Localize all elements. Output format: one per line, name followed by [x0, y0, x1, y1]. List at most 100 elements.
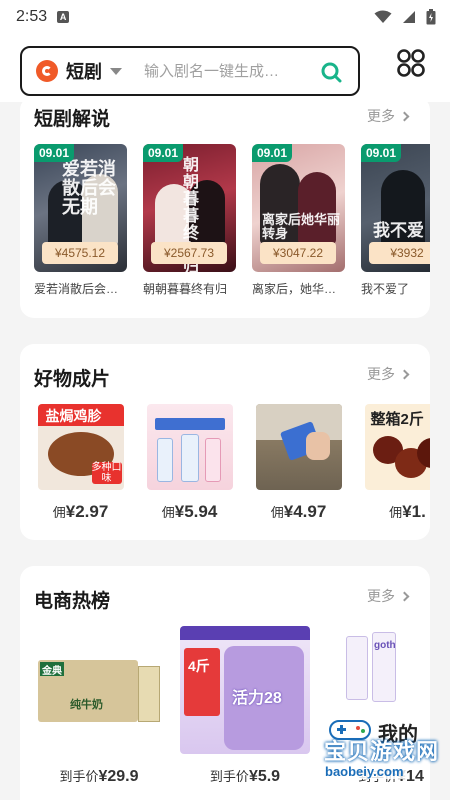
watermark-url: baobeiy.com: [322, 764, 407, 779]
drama-title: 爱若消散后会…: [34, 282, 119, 296]
more-label: 更多: [367, 366, 395, 382]
more-label: 更多: [367, 108, 395, 124]
product-image[interactable]: [255, 404, 342, 490]
goods-item[interactable]: 整箱2斤 佣¥1.: [361, 404, 430, 522]
product-badge: 多种口味: [91, 462, 122, 484]
price-value: ¥2.97: [65, 502, 109, 521]
price-label: 佣: [270, 505, 284, 520]
price-label: 佣: [389, 505, 403, 520]
goods-item[interactable]: 佣¥4.97: [252, 404, 345, 522]
search-icon[interactable]: [320, 61, 342, 83]
goods-section: 好物成片 更多 盐焗鸡胗 多种口味 佣¥2.97 佣¥5.94 佣¥4.97 整…: [20, 344, 430, 540]
drama-poster[interactable]: 我不爱 09.01 ¥3932: [361, 144, 430, 272]
product-image[interactable]: [146, 404, 233, 490]
product-image-text: 盐焗鸡胗: [45, 408, 102, 424]
poster-title: 我不爱: [373, 221, 424, 241]
final-price: 到手价¥29.9: [34, 766, 164, 786]
section-title: 短剧解说: [34, 109, 111, 130]
price-tag: ¥3932: [369, 242, 430, 264]
price-value: ¥4.97: [283, 502, 327, 521]
price-label: 到手价: [59, 769, 99, 784]
drama-item[interactable]: 我不爱 09.01 ¥3932 我不爱了: [361, 144, 430, 297]
notification-icon: A: [57, 11, 70, 23]
drama-poster[interactable]: 爱若消散后会无期 09.01 ¥4575.12: [34, 144, 127, 272]
search-box[interactable]: 短剧: [20, 46, 360, 96]
drama-item[interactable]: 离家后她华丽转身 09.01 ¥3047.22 离家后，她华…: [252, 144, 345, 297]
commission-price: 佣¥1.: [361, 502, 430, 522]
product-image[interactable]: 金典 纯牛奶: [34, 626, 164, 754]
battery-icon: [426, 9, 436, 25]
drama-section: 短剧解说 更多 爱若消散后会无期 09.01 ¥4575.12 爱若消散后会… …: [20, 96, 430, 318]
watermark-title: 宝贝游戏网: [324, 739, 440, 764]
signal-icon: [403, 11, 415, 23]
chevron-right-icon: [399, 591, 410, 601]
carton-shape: [138, 666, 160, 722]
logo-icon: [36, 60, 58, 82]
price-value: ¥1.: [402, 502, 426, 521]
category-selector[interactable]: 短剧: [66, 58, 102, 84]
chevron-right-icon: [399, 369, 410, 379]
status-bar: 2:53 A: [0, 0, 450, 34]
product-image[interactable]: 盐焗鸡胗 多种口味: [37, 404, 124, 490]
commission-price: 佣¥4.97: [252, 502, 345, 522]
price-tag: ¥4575.12: [42, 242, 118, 264]
hot-section-header: 电商热榜 更多: [20, 566, 430, 612]
drama-title: 离家后，她华…: [252, 282, 337, 296]
product-image[interactable]: 整箱2斤: [364, 404, 430, 490]
price-tag: ¥3047.22: [260, 242, 336, 264]
bottle-shape: [180, 434, 199, 482]
drama-title: 我不爱了: [361, 282, 410, 296]
price-value: ¥29.9: [98, 768, 139, 785]
product-image-sub: 纯牛奶: [70, 699, 103, 711]
poster-title: 爱若消散后会无期: [62, 159, 116, 218]
poster-title: 离家后她华丽转身: [262, 213, 341, 242]
final-price: 到手价¥5.9: [180, 766, 310, 786]
product-image[interactable]: 4斤 活力28: [180, 626, 310, 754]
hot-item[interactable]: 金典 纯牛奶 到手价¥29.9: [34, 626, 164, 786]
price-label: 佣: [52, 505, 66, 520]
product-image-sub: 4斤: [188, 658, 210, 674]
goods-section-header: 好物成片 更多: [20, 344, 430, 390]
drama-item[interactable]: 爱若消散后会无期 09.01 ¥4575.12 爱若消散后会…: [34, 144, 127, 297]
commission-price: 佣¥2.97: [34, 502, 127, 522]
drama-poster[interactable]: 朝朝暮暮终有归 09.01 ¥2567.73: [143, 144, 236, 272]
more-link[interactable]: 更多: [367, 106, 410, 126]
product-image-text: 金典: [42, 666, 62, 677]
section-title: 电商热榜: [34, 591, 111, 612]
section-title: 好物成片: [34, 369, 111, 390]
date-badge: 09.01: [252, 144, 293, 162]
caret-down-icon[interactable]: [110, 67, 122, 75]
drama-poster[interactable]: 离家后她华丽转身 09.01 ¥3047.22: [252, 144, 345, 272]
drama-title: 朝朝暮暮终有归: [143, 282, 228, 296]
chevron-right-icon: [399, 111, 410, 121]
bottle-shape: [156, 438, 173, 482]
product-image-text: 活力28: [232, 690, 282, 707]
product-image-text: goth: [374, 640, 396, 651]
date-badge: 09.01: [361, 144, 402, 162]
wifi-icon: [374, 10, 392, 23]
more-label: 更多: [367, 588, 395, 604]
price-value: ¥5.9: [248, 768, 281, 785]
date-badge: 09.01: [34, 144, 75, 162]
product-image-text: 整箱2斤: [370, 411, 424, 428]
top-bar: 短剧: [0, 34, 450, 102]
hot-item[interactable]: 4斤 活力28 到手价¥5.9: [180, 626, 310, 786]
goods-list: 盐焗鸡胗 多种口味 佣¥2.97 佣¥5.94 佣¥4.97 整箱2斤 佣¥1.: [34, 404, 430, 522]
price-value: ¥5.94: [174, 502, 218, 521]
commission-price: 佣¥5.94: [143, 502, 236, 522]
date-badge: 09.01: [143, 144, 184, 162]
banner-shape: [180, 626, 310, 640]
grid-menu-icon[interactable]: [396, 48, 426, 78]
more-link[interactable]: 更多: [367, 364, 410, 384]
drama-item[interactable]: 朝朝暮暮终有归 09.01 ¥2567.73 朝朝暮暮终有归: [143, 144, 236, 297]
search-input[interactable]: [144, 62, 304, 80]
banner-shape: [154, 418, 225, 430]
goods-item[interactable]: 盐焗鸡胗 多种口味 佣¥2.97: [34, 404, 127, 522]
status-time: 2:53: [16, 8, 48, 25]
bottle-shape: [204, 438, 221, 482]
price-label: 到手价: [209, 769, 249, 784]
drama-list: 爱若消散后会无期 09.01 ¥4575.12 爱若消散后会… 朝朝暮暮终有归 …: [34, 144, 430, 297]
more-link[interactable]: 更多: [367, 586, 410, 606]
goods-item[interactable]: 佣¥5.94: [143, 404, 236, 522]
status-icons: [374, 9, 436, 25]
